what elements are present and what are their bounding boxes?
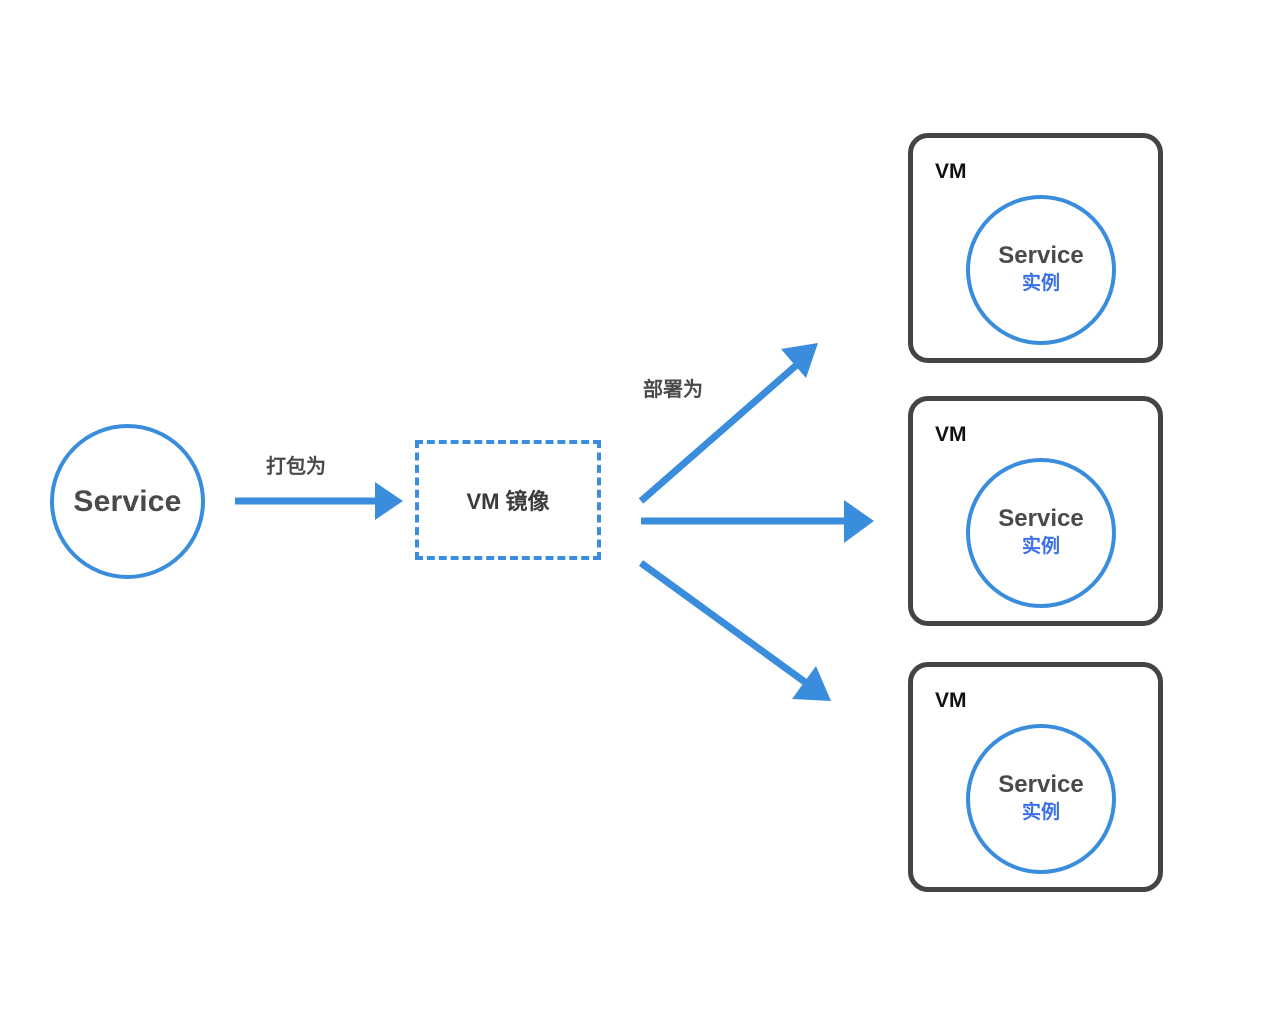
vm-host-box-2[interactable]: VM Service 实例 — [908, 396, 1163, 626]
service-instance-subtitle-3: 实例 — [1021, 801, 1060, 823]
arrow-deploy-vm-3 — [638, 560, 831, 701]
source-service-label: Service — [73, 484, 182, 518]
vm-host-box-1[interactable]: VM Service 实例 — [908, 133, 1163, 363]
arrow-package — [235, 482, 403, 520]
service-instance-name-3: Service — [998, 771, 1084, 799]
service-instance-name-2: Service — [998, 505, 1084, 533]
package-edge-label: 打包为 — [266, 456, 326, 478]
vm-title-1: VM — [935, 160, 967, 183]
service-instance-node-1[interactable]: Service 实例 — [966, 195, 1116, 345]
vm-image-node[interactable]: VM 镜像 — [415, 440, 601, 560]
vm-host-box-3[interactable]: VM Service 实例 — [908, 662, 1163, 892]
vm-title-2: VM — [935, 423, 967, 446]
arrow-deploy-vm-2 — [641, 500, 874, 543]
service-instance-name-1: Service — [998, 242, 1084, 270]
arrow-deploy-vm-1 — [638, 343, 818, 504]
service-instance-node-3[interactable]: Service 实例 — [966, 724, 1116, 874]
service-instance-subtitle-1: 实例 — [1021, 272, 1060, 294]
source-service-node[interactable]: Service — [50, 424, 205, 579]
deploy-edge-label: 部署为 — [643, 379, 703, 401]
service-instance-node-2[interactable]: Service 实例 — [966, 458, 1116, 608]
vm-title-3: VM — [935, 689, 967, 712]
vm-image-label: VM 镜像 — [466, 489, 550, 514]
diagram-canvas: Service 打包为 VM 镜像 部署为 VM Service 实例 VM S… — [0, 0, 1280, 1035]
service-instance-subtitle-2: 实例 — [1021, 535, 1060, 557]
